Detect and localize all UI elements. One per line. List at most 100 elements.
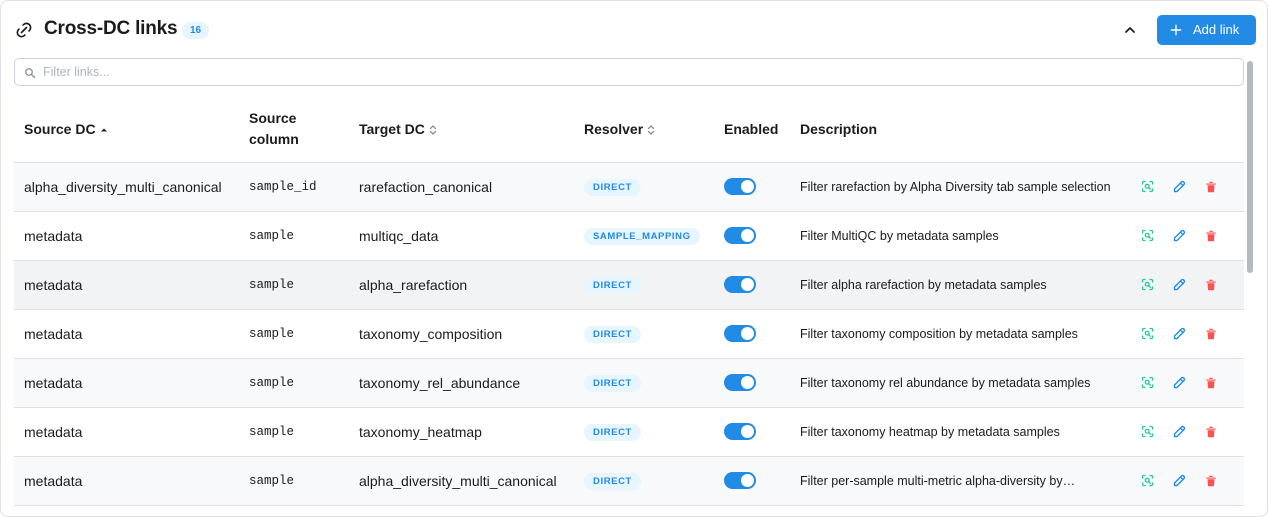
cell-enabled	[714, 162, 790, 212]
preview-link-button[interactable]	[1138, 276, 1156, 294]
filter-links-field[interactable]	[14, 58, 1244, 86]
resolver-badge: DIRECT	[584, 277, 641, 294]
cell-source-dc: metadata	[14, 456, 239, 506]
scrollbar-thumb[interactable]	[1247, 61, 1253, 273]
cell-enabled	[714, 309, 790, 359]
table-header-row: Source DC Source column Target DC Resolv…	[14, 97, 1244, 163]
preview-link-button[interactable]	[1138, 227, 1156, 245]
enabled-toggle[interactable]	[724, 178, 756, 195]
cell-actions	[1128, 358, 1244, 408]
edit-link-button[interactable]	[1170, 374, 1188, 392]
cell-enabled	[714, 260, 790, 310]
enabled-toggle[interactable]	[724, 472, 756, 489]
preview-link-button[interactable]	[1138, 374, 1156, 392]
edit-link-button[interactable]	[1170, 178, 1188, 196]
column-header-resolver[interactable]: Resolver	[574, 97, 714, 163]
delete-link-button[interactable]	[1202, 423, 1220, 441]
table-row: metadata sample taxonomy_composition DIR…	[14, 309, 1244, 359]
link-count-badge: 16	[182, 22, 210, 39]
enabled-toggle[interactable]	[724, 325, 756, 342]
preview-link-button[interactable]	[1138, 178, 1156, 196]
delete-link-button[interactable]	[1202, 276, 1220, 294]
cell-target-dc: taxonomy_heatmap	[349, 407, 574, 457]
cell-source-column: sample	[239, 260, 349, 310]
resolver-badge: DIRECT	[584, 179, 641, 196]
filter-links-input[interactable]	[43, 63, 1223, 81]
delete-link-button[interactable]	[1202, 178, 1220, 196]
column-header-source-column[interactable]: Source column	[239, 97, 349, 163]
focus-scan-icon	[1141, 425, 1153, 438]
delete-link-button[interactable]	[1202, 472, 1220, 490]
toggle-knob	[741, 474, 754, 487]
cell-description: Filter per-sample multi-metric alpha-div…	[790, 456, 1128, 506]
table-row: metadata sample alpha_rarefaction DIRECT…	[14, 260, 1244, 310]
column-header-source-dc[interactable]: Source DC	[14, 97, 239, 163]
cell-actions	[1128, 211, 1244, 261]
preview-link-button[interactable]	[1138, 472, 1156, 490]
edit-link-button[interactable]	[1170, 227, 1188, 245]
delete-link-button[interactable]	[1202, 325, 1220, 343]
cell-resolver: SAMPLE_MAPPING	[574, 211, 714, 261]
edit-link-button[interactable]	[1170, 423, 1188, 441]
pencil-icon	[1173, 180, 1185, 193]
toggle-knob	[741, 278, 754, 291]
enabled-toggle[interactable]	[724, 227, 756, 244]
cell-description: Filter taxonomy composition by metadata …	[790, 309, 1128, 359]
enabled-toggle[interactable]	[724, 423, 756, 440]
edit-link-button[interactable]	[1170, 472, 1188, 490]
resolver-badge: SAMPLE_MAPPING	[584, 228, 700, 245]
cell-source-dc: metadata	[14, 260, 239, 310]
search-icon	[25, 68, 36, 79]
preview-link-button[interactable]	[1138, 325, 1156, 343]
pencil-icon	[1173, 229, 1185, 242]
trash-icon	[1206, 230, 1216, 241]
table-row: metadata sample alpha_diversity_multi_ca…	[14, 456, 1244, 506]
collapse-button[interactable]	[1119, 19, 1141, 41]
cell-resolver: DIRECT	[574, 407, 714, 457]
column-label-target-dc: Target DC	[359, 120, 425, 137]
cell-actions	[1128, 407, 1244, 457]
cell-actions	[1128, 260, 1244, 310]
cell-description: Filter taxonomy heatmap by metadata samp…	[790, 407, 1128, 457]
enabled-toggle[interactable]	[724, 276, 756, 293]
pencil-icon	[1173, 278, 1185, 291]
delete-link-button[interactable]	[1202, 227, 1220, 245]
link-icon	[16, 22, 32, 38]
focus-scan-icon	[1141, 180, 1153, 193]
cell-actions	[1128, 309, 1244, 359]
cell-enabled	[714, 211, 790, 261]
cell-source-column: sample_id	[239, 162, 349, 212]
card-title: Cross-DC links	[44, 18, 178, 39]
table-row: alpha_diversity_multi_canonical sample_i…	[14, 162, 1244, 212]
trash-icon	[1206, 426, 1216, 437]
column-label-description: Description	[800, 120, 878, 137]
cell-source-column: sample	[239, 309, 349, 359]
add-link-button[interactable]: Add link	[1157, 15, 1256, 45]
cell-resolver: DIRECT	[574, 456, 714, 506]
add-link-label: Add link	[1193, 22, 1240, 37]
cell-target-dc: taxonomy_rel_abundance	[349, 358, 574, 408]
edit-link-button[interactable]	[1170, 325, 1188, 343]
resolver-badge: DIRECT	[584, 473, 641, 490]
cell-description: Filter rarefaction by Alpha Diversity ta…	[790, 162, 1128, 212]
table-row: metadata sample taxonomy_heatmap DIRECT …	[14, 407, 1244, 457]
sort-unsorted-icon	[648, 125, 655, 135]
plus-icon	[1170, 24, 1182, 36]
cell-source-column: sample	[239, 211, 349, 261]
links-table-container: Source DC Source column Target DC Resolv…	[14, 97, 1244, 507]
edit-link-button[interactable]	[1170, 276, 1188, 294]
column-header-actions	[1128, 97, 1244, 163]
preview-link-button[interactable]	[1138, 423, 1156, 441]
resolver-badge: DIRECT	[584, 326, 641, 343]
trash-icon	[1206, 475, 1216, 486]
cross-dc-links-card: Cross-DC links 16 Add link Source DC Sou…	[0, 0, 1268, 517]
table-row: metadata sample taxonomy_rel_abundance D…	[14, 358, 1244, 408]
column-label-enabled: Enabled	[724, 120, 779, 137]
delete-link-button[interactable]	[1202, 374, 1220, 392]
enabled-toggle[interactable]	[724, 374, 756, 391]
cell-source-dc: alpha_diversity_multi_canonical	[14, 162, 239, 212]
cell-resolver: DIRECT	[574, 358, 714, 408]
column-header-target-dc[interactable]: Target DC	[349, 97, 574, 163]
pencil-icon	[1173, 376, 1185, 389]
column-label-source-column: Source column	[249, 110, 299, 148]
